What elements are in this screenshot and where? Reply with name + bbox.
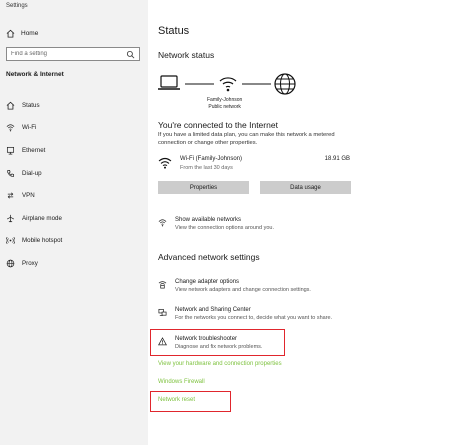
show-networks-title: Show available networks bbox=[175, 217, 242, 223]
properties-button[interactable]: Properties bbox=[158, 181, 249, 194]
airplane-icon bbox=[6, 214, 15, 223]
network-name: Family-Johnson bbox=[207, 97, 243, 103]
sidebar-item-proxy[interactable]: Proxy bbox=[0, 252, 148, 275]
hotspot-icon bbox=[6, 236, 15, 245]
advanced-settings-heading: Advanced network settings bbox=[158, 252, 260, 262]
ethernet-icon bbox=[6, 146, 15, 155]
sharing-center-icon bbox=[158, 308, 167, 317]
sidebar-item-label: VPN bbox=[22, 192, 35, 200]
network-adapter-icon bbox=[158, 280, 167, 289]
search-icon[interactable] bbox=[126, 50, 135, 59]
sidebar-item-dialup[interactable]: Dial-up bbox=[0, 162, 148, 185]
sidebar-nav: Status Wi-Fi Ethernet Dial-up VPN Airpla… bbox=[0, 94, 148, 275]
sidebar-item-label: Dial-up bbox=[22, 169, 42, 177]
sidebar-item-label: Mobile hotspot bbox=[22, 237, 63, 245]
connected-heading: You're connected to the Internet bbox=[158, 120, 278, 130]
search-box[interactable] bbox=[6, 47, 140, 61]
sharing-title: Network and Sharing Center bbox=[175, 307, 251, 313]
network-sharing-center-item[interactable]: Network and Sharing Center For the netwo… bbox=[158, 307, 458, 325]
phone-icon bbox=[6, 169, 15, 178]
show-networks-desc: View the connection options around you. bbox=[175, 225, 274, 231]
wifi-period: From the last 30 days bbox=[180, 165, 233, 171]
home-icon bbox=[6, 29, 15, 38]
wifi-icon bbox=[6, 123, 15, 132]
home-label: Home bbox=[21, 29, 39, 37]
sidebar: Settings Home Network & Internet Status … bbox=[0, 0, 148, 445]
change-adapter-options-item[interactable]: Change adapter options View network adap… bbox=[158, 279, 458, 297]
adapter-title: Change adapter options bbox=[175, 279, 240, 285]
show-networks-item[interactable]: Show available networks View the connect… bbox=[158, 217, 458, 235]
sidebar-item-label: Proxy bbox=[22, 259, 38, 267]
sidebar-item-status[interactable]: Status bbox=[0, 94, 148, 117]
sidebar-item-label: Ethernet bbox=[22, 146, 46, 154]
sidebar-item-mobile-hotspot[interactable]: Mobile hotspot bbox=[0, 230, 148, 253]
sharing-desc: For the networks you connect to, decide … bbox=[175, 315, 333, 321]
search-input[interactable] bbox=[11, 51, 126, 57]
data-usage-button[interactable]: Data usage bbox=[260, 181, 351, 194]
troubleshooter-highlight bbox=[150, 329, 285, 356]
sidebar-item-label: Status bbox=[22, 101, 40, 109]
sidebar-item-vpn[interactable]: VPN bbox=[0, 184, 148, 207]
connected-description: If you have a limited data plan, you can… bbox=[158, 132, 335, 146]
wifi-icon bbox=[158, 218, 167, 227]
globe-icon bbox=[274, 73, 296, 95]
laptop-icon bbox=[158, 75, 180, 90]
sidebar-item-wifi[interactable]: Wi-Fi bbox=[0, 117, 148, 140]
page-title: Status bbox=[158, 25, 190, 37]
sidebar-item-label: Airplane mode bbox=[22, 214, 62, 222]
wifi-name: Wi-Fi (Family-Johnson) bbox=[180, 156, 243, 162]
network-type: Public network bbox=[208, 103, 241, 110]
view-hardware-properties-link[interactable]: View your hardware and connection proper… bbox=[158, 361, 282, 367]
sidebar-item-ethernet[interactable]: Ethernet bbox=[0, 139, 148, 162]
section-title: Network & Internet bbox=[6, 71, 64, 78]
wifi-icon bbox=[158, 157, 172, 169]
globe-icon bbox=[6, 259, 15, 268]
sidebar-item-label: Wi-Fi bbox=[22, 124, 37, 132]
home-icon bbox=[6, 101, 15, 110]
network-reset-highlight bbox=[150, 391, 231, 412]
window-title: Settings bbox=[6, 3, 28, 9]
wifi-signal-icon bbox=[219, 77, 237, 92]
vpn-icon bbox=[6, 191, 15, 200]
adapter-desc: View network adapters and change connect… bbox=[175, 287, 311, 293]
wifi-usage-row: Wi-Fi (Family-Johnson) From the last 30 … bbox=[158, 156, 350, 176]
main-panel: Status Network status Family-Johnson Pub… bbox=[158, 0, 468, 445]
network-name-label: Family-Johnson Public network bbox=[207, 97, 242, 110]
network-status-heading: Network status bbox=[158, 50, 215, 60]
windows-firewall-link[interactable]: Windows Firewall bbox=[158, 379, 205, 385]
sidebar-item-airplane-mode[interactable]: Airplane mode bbox=[0, 207, 148, 230]
home-nav-item[interactable]: Home bbox=[6, 28, 38, 38]
data-used: 18.91 GB bbox=[324, 156, 350, 162]
